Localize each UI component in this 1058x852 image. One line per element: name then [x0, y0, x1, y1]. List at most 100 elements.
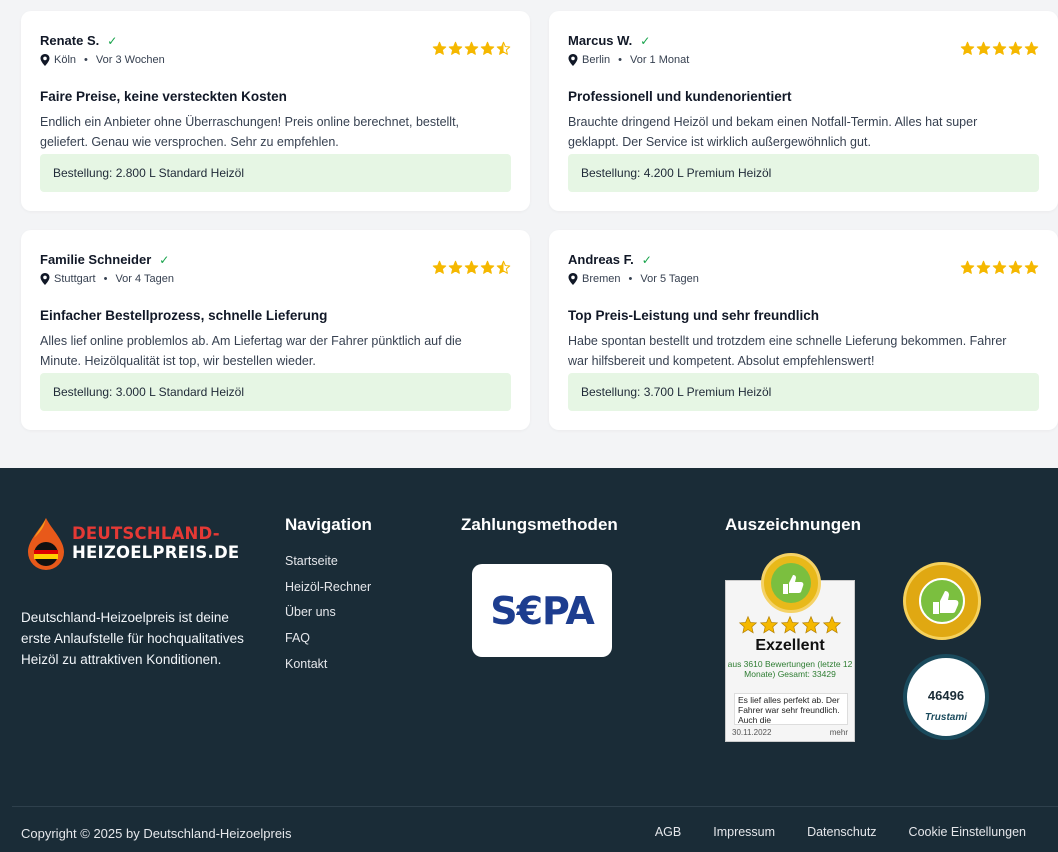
order-info: Bestellung: 4.200 L Premium Heizöl	[568, 154, 1039, 192]
site-logo[interactable]: DEUTSCHLAND- HEIZOELPREIS.DE	[24, 516, 244, 572]
order-info: Bestellung: 3.000 L Standard Heizöl	[40, 373, 511, 411]
review-title: Faire Preise, keine versteckten Kosten	[40, 89, 287, 104]
nav-link-ueber-uns[interactable]: Über uns	[285, 605, 371, 631]
legal-links: AGB Impressum Datenschutz Cookie Einstel…	[655, 825, 1026, 839]
meta-separator: •	[103, 273, 108, 285]
order-info: Bestellung: 3.700 L Premium Heizöl	[568, 373, 1039, 411]
oil-drop-icon	[28, 518, 64, 570]
order-info: Bestellung: 2.800 L Standard Heizöl	[40, 154, 511, 192]
star-full-icon	[448, 260, 463, 274]
location-pin-icon	[568, 54, 578, 66]
verified-check-icon: ✓	[640, 33, 651, 48]
review-city: Stuttgart	[54, 273, 96, 285]
star-full-icon	[1024, 41, 1039, 55]
trustami-seal[interactable]: 46496 Trustami	[903, 654, 989, 740]
reviewer-name: Familie Schneider	[40, 252, 152, 267]
ekomi-more-link[interactable]: mehr	[830, 728, 848, 737]
review-text: Endlich ein Anbieter ohne Überraschungen…	[40, 115, 460, 149]
copyright-text: Copyright © 2025 by Deutschland-Heizoelp…	[21, 826, 292, 841]
rating-stars	[960, 260, 1039, 275]
rating-stars	[960, 41, 1039, 56]
trustami-label: Trustami	[924, 712, 968, 723]
star-full-icon	[976, 41, 991, 55]
review-title: Einfacher Bestellprozess, schnelle Liefe…	[40, 308, 328, 323]
site-footer: DEUTSCHLAND- HEIZOELPREIS.DE Deutschland…	[0, 468, 1058, 852]
verified-check-icon: ✓	[159, 252, 170, 267]
ekomi-label: Exzellent	[755, 637, 825, 654]
ekomi-stars	[738, 615, 842, 635]
review-card: Familie Schneider ✓ Stuttgart • Vor 4 Ta…	[21, 230, 530, 430]
star-full-icon	[432, 260, 447, 274]
location-pin-icon	[40, 54, 50, 66]
review-time: Vor 4 Tagen	[115, 273, 174, 285]
meta-separator: •	[628, 273, 633, 285]
nav-link-rechner[interactable]: Heizöl-Rechner	[285, 580, 371, 606]
meta-separator: •	[84, 54, 88, 66]
logo-line-2: HEIZOELPREIS.DE	[72, 543, 240, 562]
star-full-icon	[432, 41, 447, 55]
star-full-icon	[976, 260, 991, 274]
link-agb[interactable]: AGB	[655, 825, 681, 839]
nav-link-faq[interactable]: FAQ	[285, 631, 371, 657]
star-half-icon	[496, 260, 511, 274]
footer-navigation: Startseite Heizöl-Rechner Über uns FAQ K…	[285, 554, 371, 682]
reviewer-name: Renate S.	[40, 33, 100, 48]
review-time: Vor 1 Monat	[629, 54, 690, 66]
reviewer-name: Andreas F.	[568, 252, 634, 267]
review-text: Brauchte dringend Heizöl und bekam einen…	[568, 115, 978, 149]
star-full-icon	[1024, 260, 1039, 274]
rating-stars	[432, 260, 511, 275]
ekomi-rating-widget[interactable]: Exzellent aus 3610 Bewertungen (letzte 1…	[725, 553, 855, 742]
review-city: Köln	[54, 54, 77, 66]
navigation-heading: Navigation	[285, 515, 372, 534]
review-text: Alles lief online problemlos ab. Am Lief…	[40, 334, 462, 368]
ekomi-thumbs-up-icon	[761, 553, 821, 613]
verified-check-icon: ✓	[641, 252, 652, 267]
link-cookie-settings[interactable]: Cookie Einstellungen	[909, 825, 1026, 839]
ekomi-seal-icon[interactable]	[903, 562, 981, 640]
star-full-icon	[480, 260, 495, 274]
review-time: Vor 3 Wochen	[95, 54, 165, 66]
location-pin-icon	[40, 273, 50, 285]
logo-line-1: DEUTSCHLAND-	[72, 524, 220, 543]
trustami-number: 46496	[927, 688, 965, 703]
sepa-logo: S€PA	[472, 564, 612, 657]
star-full-icon	[1008, 41, 1023, 55]
link-datenschutz[interactable]: Datenschutz	[807, 825, 876, 839]
payment-heading: Zahlungsmethoden	[461, 515, 618, 534]
awards-heading: Auszeichnungen	[725, 515, 862, 534]
location-pin-icon	[568, 273, 578, 285]
review-card: Andreas F. ✓ Bremen • Vor 5 Tagen Top Pr…	[549, 230, 1058, 430]
star-full-icon	[1008, 260, 1023, 274]
star-full-icon	[480, 41, 495, 55]
verified-check-icon: ✓	[107, 33, 118, 48]
about-text: Deutschland-Heizoelpreis ist deine erste…	[21, 610, 244, 667]
review-city: Bremen	[582, 273, 621, 285]
review-title: Professionell und kundenorientiert	[568, 89, 792, 104]
review-text: Habe spontan bestellt und trotzdem eine …	[568, 334, 1007, 368]
reviewer-name: Marcus W.	[568, 33, 633, 48]
link-impressum[interactable]: Impressum	[713, 825, 775, 839]
star-full-icon	[992, 41, 1007, 55]
nav-link-startseite[interactable]: Startseite	[285, 554, 371, 580]
star-full-icon	[464, 41, 479, 55]
review-city: Berlin	[582, 54, 611, 66]
review-title: Top Preis-Leistung und sehr freundlich	[568, 308, 820, 323]
star-full-icon	[448, 41, 463, 55]
review-card: Renate S. ✓ Köln • Vor 3 Wochen Faire Pr…	[21, 11, 530, 211]
nav-link-kontakt[interactable]: Kontakt	[285, 657, 371, 683]
ekomi-review-count: aus 3610 Bewertungen (letzte 12 Monate) …	[727, 659, 853, 679]
sepa-wordmark: S€PA	[490, 588, 595, 633]
star-full-icon	[960, 41, 975, 55]
star-full-icon	[464, 260, 479, 274]
star-full-icon	[992, 260, 1007, 274]
star-half-icon	[496, 41, 511, 55]
rating-stars	[432, 41, 511, 56]
reviews-section: Renate S. ✓ Köln • Vor 3 Wochen Faire Pr…	[0, 0, 1058, 468]
star-full-icon	[960, 260, 975, 274]
review-card: Marcus W. ✓ Berlin • Vor 1 Monat Profess…	[549, 11, 1058, 211]
ekomi-quote: Es lief alles perfekt ab. Der Fahrer war…	[734, 693, 848, 725]
ekomi-date: 30.11.2022	[732, 728, 772, 737]
footer-divider	[12, 806, 1058, 807]
meta-separator: •	[618, 54, 622, 66]
